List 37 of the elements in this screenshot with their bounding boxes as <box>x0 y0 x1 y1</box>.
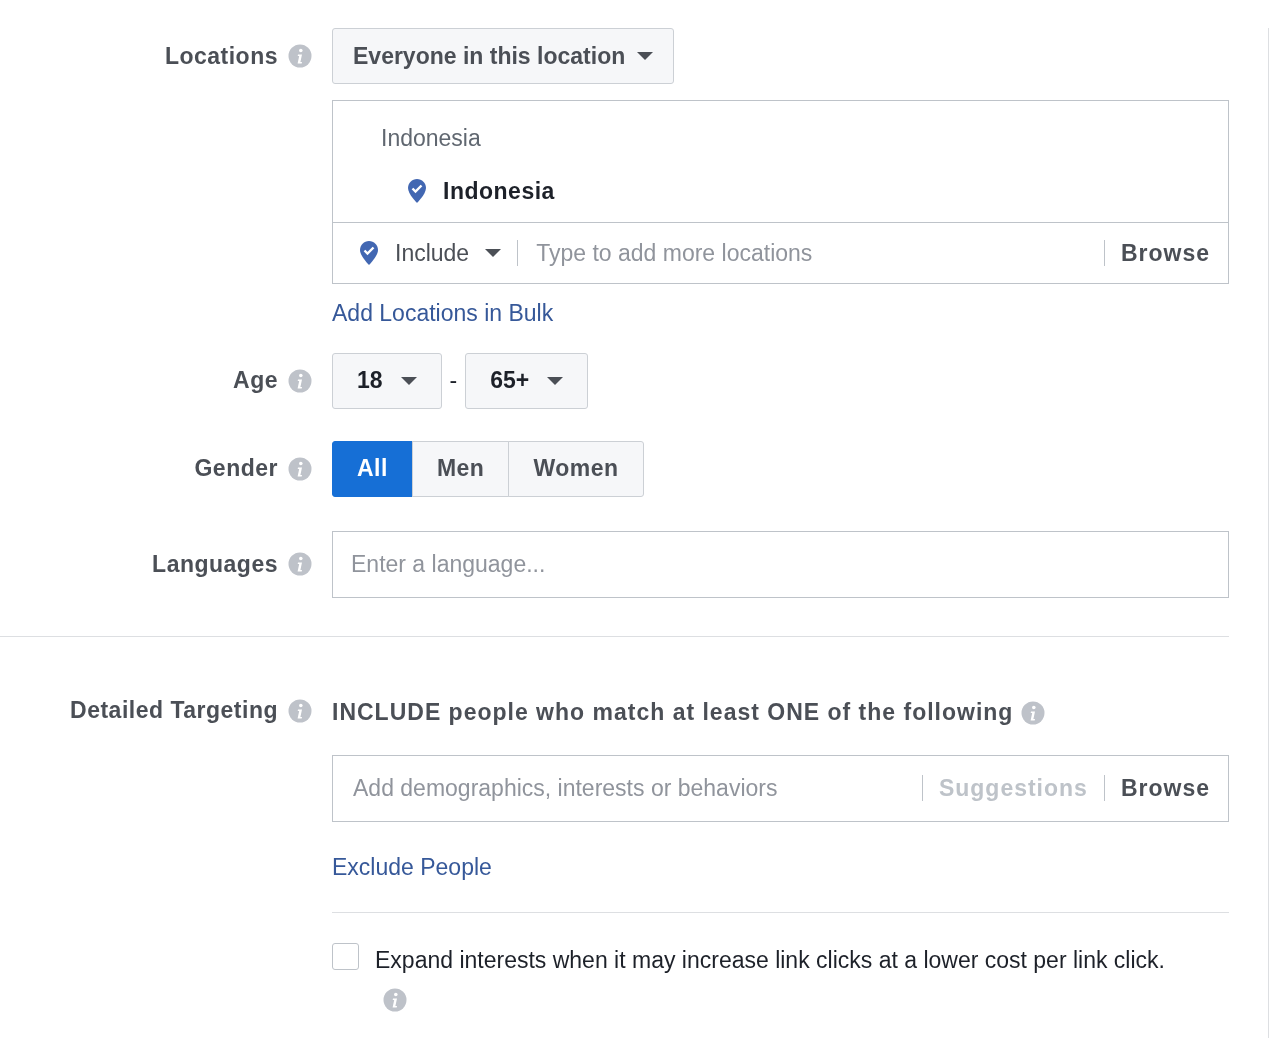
info-icon[interactable] <box>288 44 312 68</box>
checkbox[interactable] <box>332 943 359 970</box>
caret-icon <box>400 376 417 385</box>
field-label: Age <box>233 366 278 396</box>
checkbox-label: Expand interests when it may increase link clicks at a lower cost per link click. <box>375 946 1165 975</box>
search-text: Indonesia <box>380 124 482 153</box>
gender-option[interactable]: All <box>332 440 413 497</box>
language-field[interactable]: Enter a language... <box>332 530 1229 598</box>
location-pin-icon <box>407 177 427 204</box>
field-label: Languages <box>152 549 278 579</box>
info-icon[interactable] <box>288 456 312 481</box>
age-separator: - <box>449 366 458 396</box>
location-search-field[interactable]: Type to add more locations <box>534 234 1104 272</box>
info-icon[interactable] <box>383 988 407 1013</box>
info-icon[interactable] <box>288 552 312 576</box>
gender-option[interactable]: Men <box>411 440 510 497</box>
exclude-people-link[interactable]: Exclude People <box>332 849 492 884</box>
info-icon[interactable] <box>288 698 312 723</box>
location-pin-icon <box>359 240 379 266</box>
info-icon[interactable] <box>288 368 312 393</box>
field-label: Locations <box>164 41 278 71</box>
selected-location: Indonesia <box>443 176 555 206</box>
add-locations-in-bulk-link[interactable]: Add Locations in Bulk <box>332 296 554 331</box>
caret-icon <box>485 249 502 257</box>
info-icon[interactable] <box>1021 700 1046 725</box>
include-dropdown[interactable]: Include <box>359 235 502 271</box>
field-label: Detailed Targeting <box>70 696 278 726</box>
caret-icon <box>547 376 564 385</box>
caret-icon <box>637 52 654 60</box>
gender-option[interactable]: Women <box>508 440 644 497</box>
age-max-dropdown[interactable]: 65+ <box>465 352 589 409</box>
targeting-heading: INCLUDE people who match at least ONE of the following <box>332 698 1014 728</box>
browse-button[interactable]: Browse <box>1120 770 1210 806</box>
age-min-dropdown[interactable]: 18 <box>332 352 442 409</box>
browse-button[interactable]: Browse <box>1120 235 1210 271</box>
location-type-dropdown[interactable]: Everyone in this location <box>332 28 675 84</box>
field-label: Gender <box>194 454 278 484</box>
